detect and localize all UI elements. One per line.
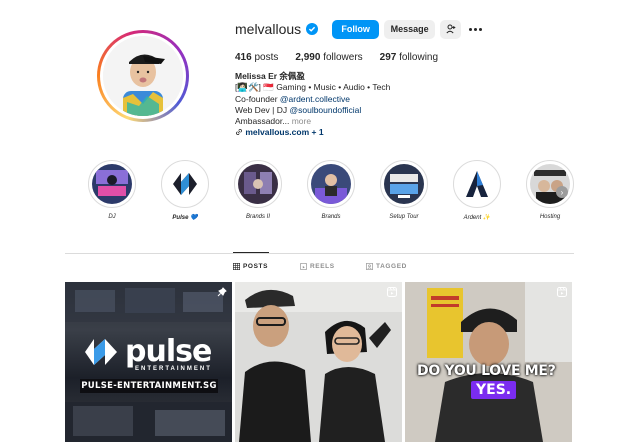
username: melvallous	[235, 21, 302, 37]
highlight-label: DJ	[108, 214, 116, 220]
pulse-subtitle: ENTERTAINMENT	[135, 366, 212, 372]
reels-icon	[300, 263, 307, 270]
more-link[interactable]: more	[289, 116, 311, 126]
profile-avatar[interactable]	[97, 30, 189, 122]
bio-url-row[interactable]: melvallous.com + 1	[235, 127, 485, 138]
highlight-hosting[interactable]: Hosting	[522, 160, 578, 220]
story-highlights: DJ Pulse 💙 Brands II Brands Setup Tour A…	[84, 160, 574, 230]
reel-icon	[557, 287, 567, 297]
post-yes-badge: YES.	[471, 381, 517, 399]
display-name: Melissa Er 余佩盈	[235, 71, 305, 81]
post-pulse-entertainment[interactable]: pulse ENTERTAINMENT PULSE-ENTERTAINMENT.…	[65, 282, 232, 442]
tab-posts[interactable]: POSTS	[233, 263, 268, 270]
tab-tagged[interactable]: TAGGED	[366, 263, 407, 270]
highlight-label: Hosting	[539, 214, 561, 220]
posts-stat: 416 posts	[235, 52, 279, 63]
profile-stats: 416 posts 2,990 followers 297 following	[235, 52, 438, 63]
pulse-logo-mark-icon	[85, 339, 117, 365]
highlight-label: Setup Tour	[389, 214, 419, 220]
highlight-setup-tour[interactable]: Setup Tour	[376, 160, 432, 220]
mention-link[interactable]: @soulboundofficial	[289, 105, 361, 115]
post-duo-photo[interactable]	[235, 282, 402, 442]
highlight-label: Brands	[321, 214, 341, 220]
pinned-icon	[217, 287, 227, 297]
highlight-label: Ardent ✨	[463, 215, 491, 221]
highlight-label: Brands II	[245, 214, 270, 220]
more-options-icon[interactable]	[469, 27, 483, 31]
tabs-divider	[65, 253, 574, 254]
followers-stat[interactable]: 2,990 followers	[295, 52, 362, 63]
follow-button[interactable]: Follow	[332, 19, 380, 39]
pulse-logo: pulse	[83, 337, 212, 367]
bio-line: [👩🏻‍💻🛠️] 🇸🇬 Gaming • Music • Audio • Tec…	[235, 82, 391, 93]
bio-line: Ambassador... more	[235, 116, 312, 127]
highlight-ardent[interactable]: Ardent ✨	[449, 160, 505, 221]
post-do-you-love-me[interactable]: DO YOU LOVE ME? YES.	[405, 282, 572, 442]
tab-reels[interactable]: REELS	[300, 263, 335, 270]
chevron-right-icon[interactable]: ›	[556, 186, 568, 198]
verified-badge-icon	[306, 23, 319, 35]
post-caption-overlay: DO YOU LOVE ME?	[417, 363, 556, 379]
posts-grid: pulse ENTERTAINMENT PULSE-ENTERTAINMENT.…	[65, 282, 574, 442]
grid-icon	[233, 263, 240, 270]
website-link[interactable]: melvallous.com + 1	[245, 127, 323, 137]
highlight-dj[interactable]: DJ	[84, 160, 140, 220]
tagged-icon	[366, 263, 373, 270]
following-stat[interactable]: 297 following	[380, 52, 438, 63]
mention-link[interactable]: @ardent.collective	[280, 94, 350, 104]
highlight-label: Pulse 💙	[172, 215, 198, 221]
reel-icon	[387, 287, 397, 297]
add-user-icon	[446, 24, 455, 34]
active-tab-indicator	[233, 252, 269, 253]
bio-line: Web Dev | DJ @soulboundofficial	[235, 104, 362, 115]
message-button[interactable]: Message	[384, 19, 436, 39]
highlight-pulse[interactable]: Pulse 💙	[157, 160, 213, 221]
profile-header-row: melvallous Follow Message	[235, 19, 483, 39]
highlight-brands-ii[interactable]: Brands II	[230, 160, 286, 220]
link-icon	[236, 129, 242, 136]
bio-line: Co-founder @ardent.collective	[235, 93, 350, 104]
profile-bio: Melissa Er 余佩盈 [👩🏻‍💻🛠️] 🇸🇬 Gaming • Musi…	[235, 71, 485, 139]
suggest-users-button[interactable]	[440, 19, 462, 39]
pulse-website-banner: PULSE-ENTERTAINMENT.SG	[80, 379, 218, 393]
highlight-brands[interactable]: Brands	[303, 160, 359, 220]
